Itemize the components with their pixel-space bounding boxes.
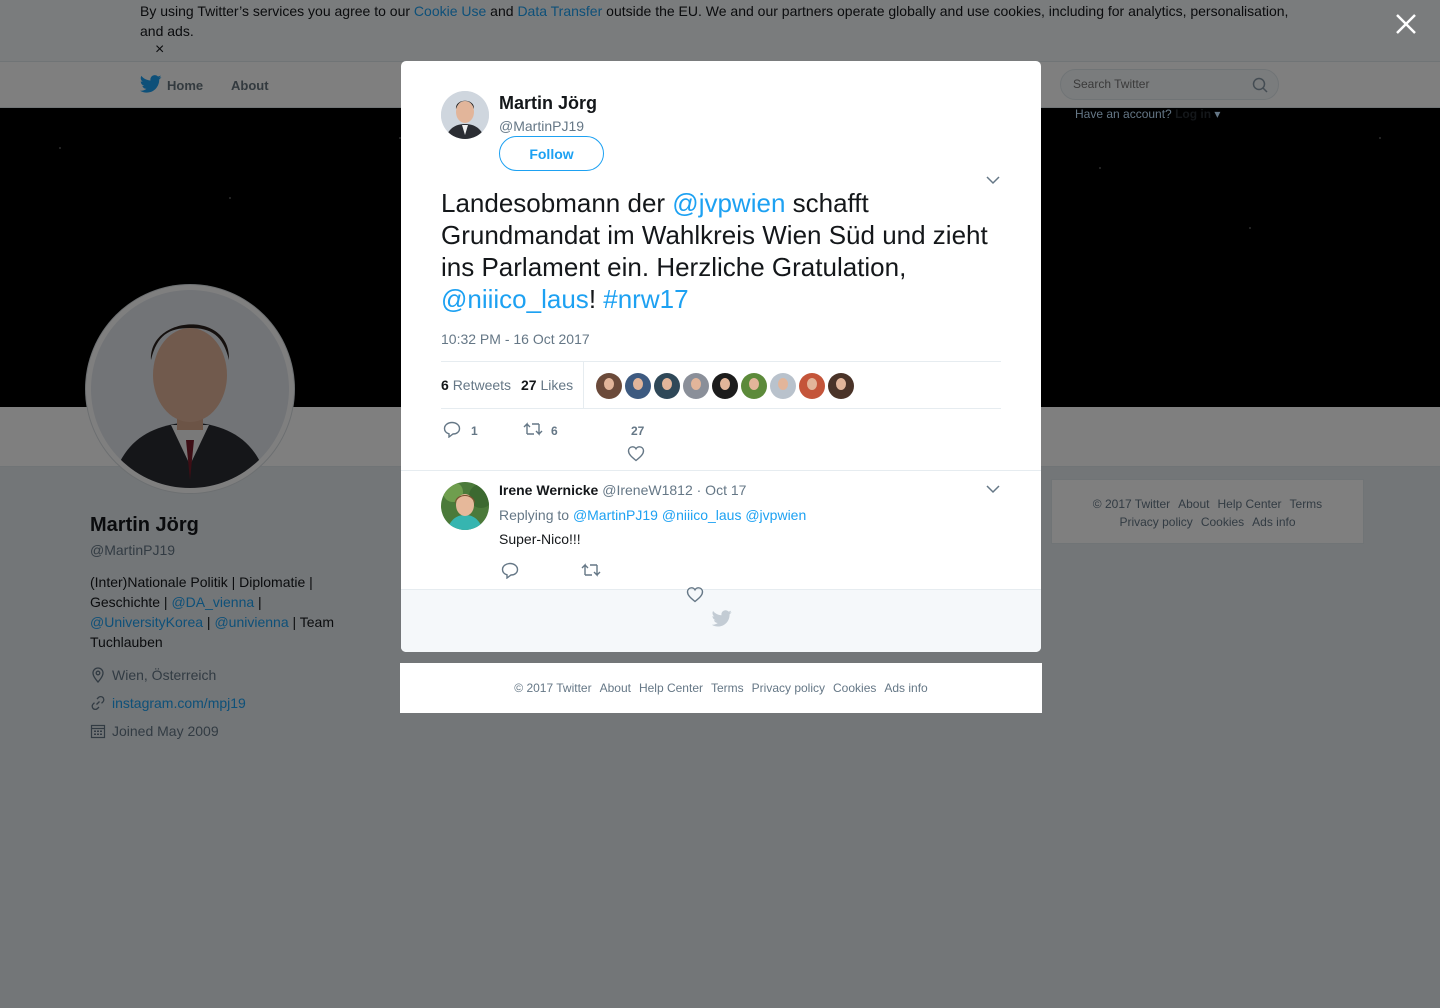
tweet-reply-separator	[401, 470, 1041, 471]
tweet-mention-jvpwien[interactable]: @jvpwien	[672, 188, 785, 218]
reply-retweet-action[interactable]	[581, 562, 601, 578]
likes-count: 27	[521, 377, 537, 393]
reply-header: Irene Wernicke @IreneW1812 · Oct 17	[499, 482, 746, 498]
likes-stat[interactable]: 27 Likes	[521, 377, 573, 393]
login-prompt: Have an account? Log in ▾	[1075, 107, 1220, 121]
tweet-text-part-1: Landesobmann der	[441, 188, 673, 218]
liker-avatar[interactable]	[712, 373, 738, 399]
reply-like-action[interactable]	[686, 586, 704, 603]
reply-reply-action[interactable]	[501, 562, 519, 579]
footer-copyright: © 2017 Twitter	[514, 681, 592, 695]
tweet-modal: Martin Jörg @MartinPJ19 Follow Landesobm…	[401, 61, 1041, 652]
reply-action[interactable]: 1	[443, 421, 483, 441]
footer-ads-info[interactable]: Ads info	[884, 681, 927, 695]
reply-icon	[443, 421, 461, 438]
tweet-author-handle[interactable]: @MartinPJ19	[499, 118, 584, 134]
tweet-mention-niiico-laus[interactable]: @niiico_laus	[441, 284, 589, 314]
tweet-stats: 6 Retweets 27 Likes	[441, 361, 1001, 409]
liker-avatar-face	[662, 378, 672, 390]
tweet-author-name[interactable]: Martin Jörg	[499, 93, 597, 114]
liker-avatar-face	[836, 378, 846, 390]
retweets-label: Retweets	[452, 377, 512, 393]
liker-avatar[interactable]	[799, 373, 825, 399]
reply-text: Super-Nico!!!	[499, 531, 581, 547]
reply-date[interactable]: · Oct 17	[697, 482, 747, 498]
liker-avatar-face	[749, 378, 759, 390]
heart-icon	[627, 446, 645, 462]
follow-button[interactable]: Follow	[499, 136, 604, 171]
tweet-timestamp[interactable]: 10:32 PM - 16 Oct 2017	[441, 331, 590, 347]
liker-avatar[interactable]	[770, 373, 796, 399]
chevron-down-icon[interactable]	[986, 484, 1000, 494]
reply-replying-to: Replying to @MartinPJ19 @niiico_laus @jv…	[499, 507, 806, 523]
like-count: 27	[631, 424, 645, 438]
retweet-icon	[523, 422, 543, 436]
chevron-down-icon[interactable]	[986, 175, 1000, 185]
liker-avatar-face	[633, 378, 643, 390]
retweet-count: 6	[551, 424, 558, 438]
reply-author-handle[interactable]: @IreneW1812	[602, 482, 692, 498]
liker-avatar[interactable]	[828, 373, 854, 399]
footer-terms[interactable]: Terms	[711, 681, 744, 695]
chevron-down-icon: ▾	[1211, 107, 1221, 121]
liker-avatar[interactable]	[596, 373, 622, 399]
replying-to-niiico-laus[interactable]: @niiico_laus	[662, 507, 742, 523]
replying-to-martinpj19[interactable]: @MartinPJ19	[573, 507, 658, 523]
footer-cookies[interactable]: Cookies	[833, 681, 876, 695]
login-prompt-text: Have an account?	[1075, 107, 1172, 121]
login-link[interactable]: Log in	[1175, 107, 1211, 121]
reply-icon	[501, 562, 519, 579]
liker-avatar[interactable]	[683, 373, 709, 399]
twitter-bird-icon	[712, 610, 732, 627]
retweet-icon	[581, 563, 601, 577]
replying-to-jvpwien[interactable]: @jvpwien	[745, 507, 806, 523]
reply-count: 1	[471, 424, 478, 438]
tweet-author-avatar[interactable]	[441, 91, 489, 139]
liker-avatar-face	[720, 378, 730, 390]
modal-bottom-bar	[401, 589, 1041, 652]
footer-privacy[interactable]: Privacy policy	[752, 681, 825, 695]
retweets-count: 6	[441, 377, 449, 393]
reply-author-name[interactable]: Irene Wernicke	[499, 482, 598, 498]
liker-avatar-face	[691, 378, 701, 390]
liker-avatar[interactable]	[625, 373, 651, 399]
heart-icon	[686, 587, 704, 603]
tweet-author-avatar-image	[441, 91, 489, 139]
modal-footer: © 2017 Twitter About Help Center Terms Priva…	[400, 663, 1042, 713]
liker-avatar-face	[778, 378, 788, 390]
retweet-action[interactable]: 6	[523, 421, 563, 441]
liker-avatar-face	[807, 378, 817, 390]
liker-avatar[interactable]	[654, 373, 680, 399]
reply-author-avatar[interactable]	[441, 482, 489, 530]
footer-about[interactable]: About	[600, 681, 631, 695]
tweet-text-part-3: !	[588, 284, 604, 314]
retweets-stat[interactable]: 6 Retweets	[441, 377, 511, 393]
liker-avatar-face	[604, 378, 614, 390]
stats-divider	[583, 362, 584, 409]
like-action[interactable]: 27	[627, 423, 657, 463]
tweet-text: Landesobmann der @jvpwien schafft Grundm…	[441, 187, 1006, 315]
reply-author-avatar-image	[441, 482, 489, 530]
replying-to-label: Replying to	[499, 507, 573, 523]
footer-help-center[interactable]: Help Center	[639, 681, 703, 695]
likes-label: Likes	[540, 377, 574, 393]
liker-avatar[interactable]	[741, 373, 767, 399]
close-icon[interactable]	[1394, 12, 1418, 36]
tweet-hashtag-nrw17[interactable]: #nrw17	[603, 284, 688, 314]
